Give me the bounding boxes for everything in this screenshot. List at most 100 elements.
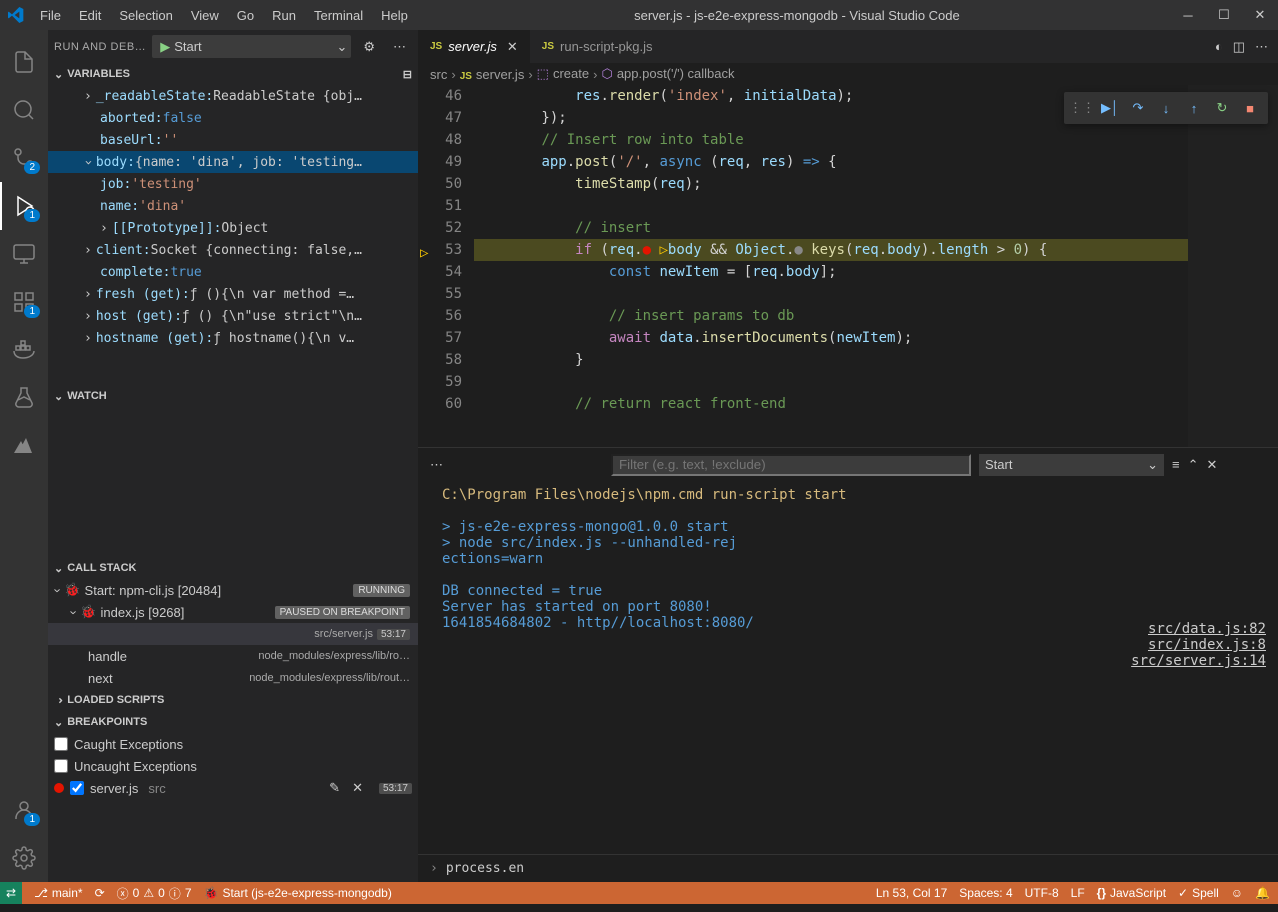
stack-frame[interactable]: handlenode_modules/express/lib/ro… [48,645,418,667]
session-dropdown[interactable]: Start ⌄ [979,454,1164,476]
accounts-icon[interactable]: 1 [0,786,48,834]
edit-icon[interactable]: ✎ [329,780,340,796]
menu-selection[interactable]: Selection [111,4,180,27]
encoding[interactable]: UTF-8 [1025,886,1059,900]
close-icon[interactable]: ✕ [352,780,363,796]
minimize-button[interactable]: ─ [1178,5,1198,25]
breadcrumb[interactable]: src›JSserver.js›⬚create›⬡app.post('/') c… [418,63,1278,85]
variable-row[interactable]: aborted: false [48,107,418,129]
variable-row[interactable]: body: {name: 'dina', job: 'testing… [48,151,418,173]
drag-handle-icon[interactable]: ⋮⋮ [1068,94,1096,122]
close-panel-icon[interactable]: ✕ [1207,457,1218,473]
azure-icon[interactable] [0,422,48,470]
source-link[interactable]: src/data.js:82 [1131,621,1266,637]
search-icon[interactable] [0,86,48,134]
menu-edit[interactable]: Edit [71,4,109,27]
compare-icon[interactable]: ◐ [1215,39,1223,55]
breadcrumb-segment[interactable]: src [430,67,447,82]
caught-checkbox[interactable] [54,737,68,751]
breadcrumb-segment[interactable]: ⬚create [537,66,589,82]
variable-row[interactable]: [[Prototype]]: Object [48,217,418,239]
collapse-all-icon[interactable]: ⊟ [403,68,412,81]
variable-row[interactable]: fresh (get): ƒ (){\n var method =… [48,283,418,305]
call-stack-header[interactable]: ⌄CALL STACK [48,557,418,579]
settings-gear-icon[interactable] [0,834,48,882]
call-stack-thread[interactable]: › 🐞 index.js [9268] PAUSED ON BREAKPOINT [48,601,418,623]
tab-run-script-pkg-js[interactable]: JSrun-script-pkg.js [530,30,665,63]
menu-help[interactable]: Help [373,4,416,27]
docker-icon[interactable] [0,326,48,374]
breadcrumb-segment[interactable]: JSserver.js [460,67,525,82]
debug-icon[interactable]: 1 [0,182,48,230]
close-tab-icon[interactable]: ✕ [507,39,518,55]
variable-row[interactable]: host (get): ƒ () {\n"use strict"\n… [48,305,418,327]
explorer-icon[interactable] [0,38,48,86]
problems-indicator[interactable]: ⓧ 0 ⚠ 0 ⓘ 7 [117,885,192,902]
continue-icon[interactable]: ▶│ [1096,94,1124,122]
breakpoint-item[interactable]: server.js src ✎ ✕ 53:17 [48,777,418,799]
play-icon[interactable]: ▶ [160,39,170,55]
tab-server-js[interactable]: JSserver.js✕ [418,30,530,63]
branch-indicator[interactable]: ⎇ main* [34,886,83,900]
maximize-button[interactable]: ☐ [1214,5,1234,25]
eol[interactable]: LF [1071,886,1085,900]
variable-row[interactable]: _readableState: ReadableState {obj… [48,85,418,107]
stack-frame[interactable]: src/server.js53:17 [48,623,418,645]
split-editor-icon[interactable]: ◫ [1233,39,1245,55]
code-editor[interactable]: 4647484950515253▷54555657585960 res.rend… [418,85,1278,447]
more-icon[interactable]: ⋯ [1255,39,1268,55]
notifications-icon[interactable]: 🔔 [1255,886,1270,900]
filter-input[interactable] [611,454,971,476]
gear-icon[interactable]: ⚙ [357,39,381,55]
variable-row[interactable]: hostname (get): ƒ hostname(){\n v… [48,327,418,349]
source-link[interactable]: src/server.js:14 [1131,653,1266,669]
minimap[interactable] [1188,85,1278,447]
restart-icon[interactable]: ↻ [1208,94,1236,122]
language-mode[interactable]: {} JavaScript [1097,886,1166,900]
collapse-icon[interactable]: ⌃ [1188,457,1199,473]
cursor-position[interactable]: Ln 53, Col 17 [876,886,947,900]
breakpoints-header[interactable]: ⌄BREAKPOINTS [48,711,418,733]
menu-view[interactable]: View [183,4,227,27]
caught-exceptions[interactable]: Caught Exceptions [48,733,418,755]
stack-frame[interactable]: nextnode_modules/express/lib/rout… [48,667,418,689]
testing-icon[interactable] [0,374,48,422]
bp-checkbox[interactable] [70,781,84,795]
watch-header[interactable]: ⌄WATCH [48,385,418,407]
menu-run[interactable]: Run [264,4,304,27]
source-link[interactable]: src/index.js:8 [1131,637,1266,653]
debug-status[interactable]: 🐞 Start (js-e2e-express-mongodb) [204,886,392,900]
variables-header[interactable]: ⌄VARIABLES ⊟ [48,63,418,85]
spell-check[interactable]: ✓ Spell [1178,886,1219,900]
step-into-icon[interactable]: ↓ [1152,94,1180,122]
variable-row[interactable]: job: 'testing' [48,173,418,195]
indentation[interactable]: Spaces: 4 [959,886,1012,900]
remote-indicator[interactable]: ⇄ [0,882,22,904]
more-icon[interactable]: ⋯ [387,39,412,55]
call-stack-session[interactable]: › 🐞 Start: npm-cli.js [20484] RUNNING [48,579,418,601]
uncaught-checkbox[interactable] [54,759,68,773]
step-out-icon[interactable]: ↑ [1180,94,1208,122]
variable-row[interactable]: client: Socket {connecting: false,… [48,239,418,261]
uncaught-exceptions[interactable]: Uncaught Exceptions [48,755,418,777]
step-over-icon[interactable]: ↷ [1124,94,1152,122]
menu-file[interactable]: File [32,4,69,27]
debug-console-output[interactable]: C:\Program Files\nodejs\npm.cmd run-scri… [418,481,1278,854]
menu-go[interactable]: Go [229,4,262,27]
variable-row[interactable]: baseUrl: '' [48,129,418,151]
debug-console-input[interactable]: ›process.en [418,854,1278,882]
clear-icon[interactable]: ≡ [1172,457,1180,472]
breadcrumb-segment[interactable]: ⬡app.post('/') callback [601,66,734,82]
variable-row[interactable]: name: 'dina' [48,195,418,217]
feedback-icon[interactable]: ☺ [1231,886,1243,900]
panel-more-icon[interactable]: ⋯ [430,457,443,473]
stop-icon[interactable]: ■ [1236,94,1264,122]
extensions-icon[interactable]: 1 [0,278,48,326]
remote-explorer-icon[interactable] [0,230,48,278]
sync-indicator[interactable]: ⟳ [95,886,105,900]
menu-terminal[interactable]: Terminal [306,4,371,27]
debug-config-dropdown[interactable]: ▶ Start ⌄ [152,35,351,58]
variable-row[interactable]: complete: true [48,261,418,283]
loaded-scripts-header[interactable]: ⌄LOADED SCRIPTS [48,689,418,711]
close-button[interactable]: ✕ [1250,5,1270,25]
